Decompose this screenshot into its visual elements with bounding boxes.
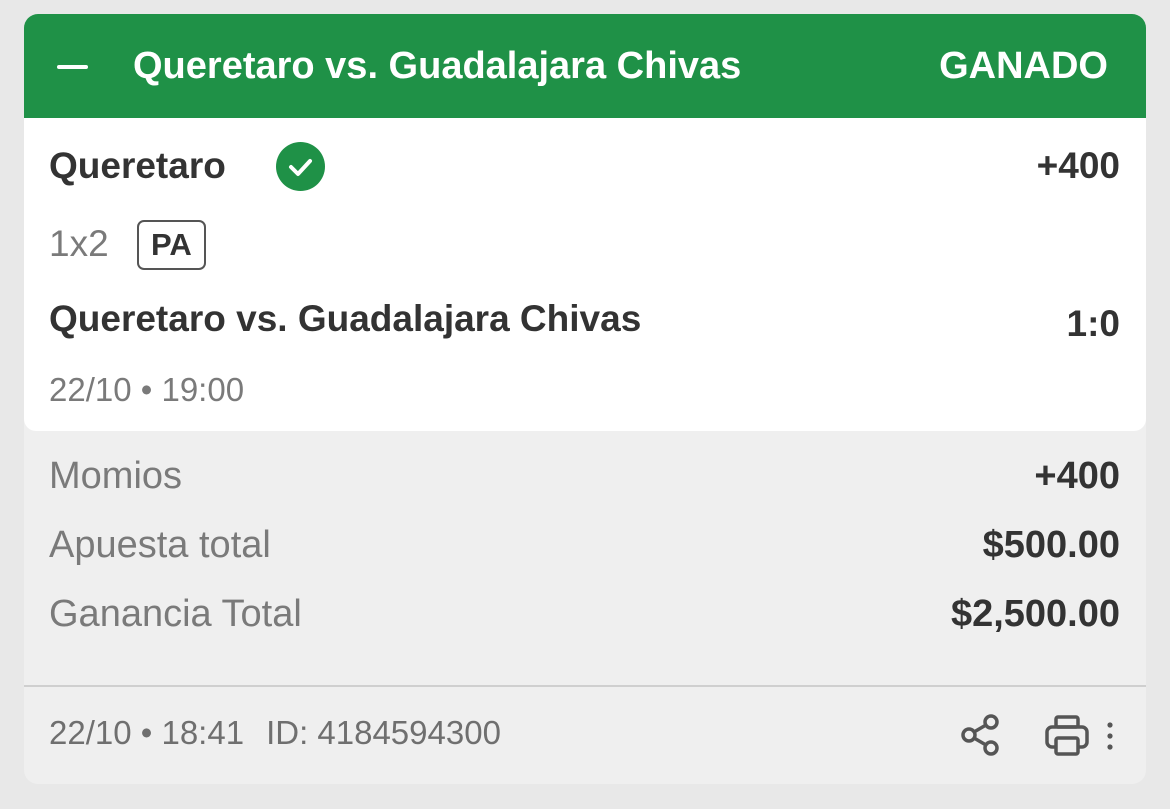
selection-panel: Queretaro +400 1x2 PA Queretaro vs. Guad… [24,118,1146,431]
summary-row-winnings: Ganancia Total $2,500.00 [49,590,1120,638]
event-score: 1:0 [1066,303,1120,344]
collapse-button[interactable] [54,44,94,88]
selection-odds: +400 [1036,145,1120,186]
selection-name: Queretaro [49,145,226,186]
status-badge: GANADO [939,45,1108,87]
divider [24,685,1146,687]
minus-icon [57,65,88,69]
check-circle-icon [276,142,325,191]
bet-card: Queretaro vs. Guadalajara Chivas GANADO … [24,14,1146,784]
market-type: 1x2 [49,223,109,264]
summary-row-odds: Momios +400 [49,452,1120,500]
event-datetime: 22/10 • 19:00 [49,371,245,408]
summary-row-stake: Apuesta total $500.00 [49,521,1120,569]
share-icon[interactable] [958,712,1004,758]
placed-datetime: 22/10 • 18:41 [49,714,245,751]
summary-value: $500.00 [982,524,1120,566]
market-badge: PA [137,220,206,270]
print-icon[interactable] [1043,713,1093,759]
footer-meta: 22/10 • 18:41 ID: 4184594300 [49,711,501,755]
summary-label: Momios [49,455,183,497]
summary-label: Ganancia Total [49,593,302,635]
more-vertical-icon[interactable] [1102,720,1118,756]
header-title: Queretaro vs. Guadalajara Chivas [133,45,742,87]
bet-id: ID: 4184594300 [266,714,501,751]
bet-header[interactable]: Queretaro vs. Guadalajara Chivas GANADO [24,14,1146,118]
summary-value: $2,500.00 [950,593,1120,635]
event-name: Queretaro vs. Guadalajara Chivas [49,298,642,339]
summary-value: +400 [1034,455,1120,497]
summary-label: Apuesta total [49,524,271,566]
